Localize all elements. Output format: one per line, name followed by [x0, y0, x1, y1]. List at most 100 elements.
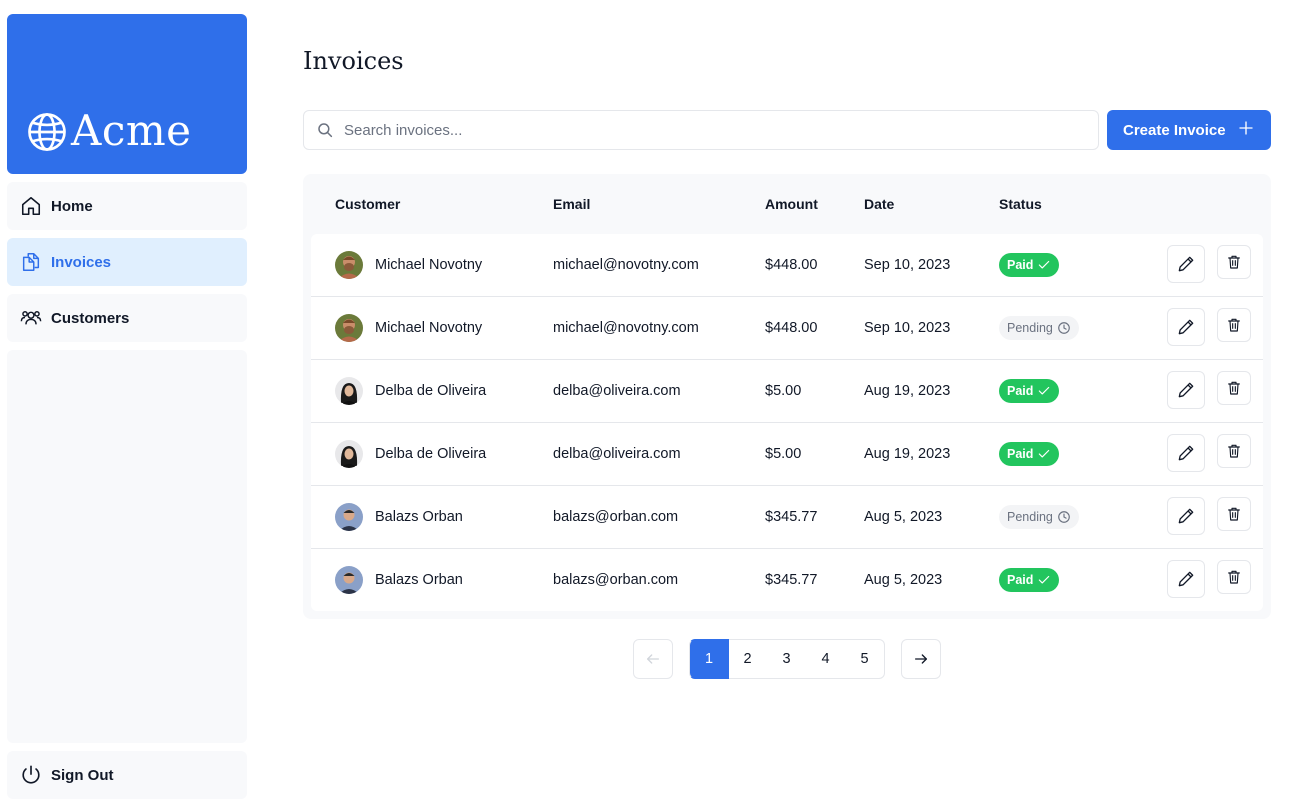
customer-cell: Delba de Oliveira — [335, 423, 486, 485]
home-icon — [19, 194, 43, 218]
clock-icon — [1058, 322, 1070, 334]
header-date: Date — [864, 196, 895, 212]
avatar — [335, 440, 363, 468]
next-page-button[interactable] — [901, 639, 941, 679]
sign-out-button[interactable]: Sign Out — [7, 751, 247, 799]
trash-icon — [1228, 255, 1240, 269]
users-icon — [19, 306, 43, 330]
date-cell: Sep 10, 2023 — [864, 257, 951, 273]
page-1-button[interactable]: 1 — [689, 639, 729, 679]
date-cell: Aug 5, 2023 — [864, 509, 943, 525]
logo-banner[interactable]: Acme — [7, 14, 247, 174]
avatar — [335, 503, 363, 531]
delete-invoice-button[interactable] — [1217, 371, 1251, 405]
amount-cell: $345.77 — [765, 572, 818, 588]
edit-invoice-button[interactable] — [1167, 245, 1205, 283]
amount-cell: $448.00 — [765, 257, 818, 273]
status-badge: Paid — [999, 442, 1060, 466]
table-row: Balazs Orban balazs@orban.com $345.77 Aug 5… — [311, 486, 1263, 549]
nav-item-invoices[interactable]: Invoices — [7, 238, 247, 286]
header-status: Status — [999, 196, 1042, 212]
nav-label: Customers — [51, 309, 130, 327]
status-cell: Paid — [999, 549, 1060, 611]
status-label: Paid — [1007, 258, 1034, 272]
page-2-button[interactable]: 2 — [728, 639, 768, 679]
nav-item-customers[interactable]: Customers — [7, 294, 247, 342]
table-header: Customer Email Amount Date Status — [303, 174, 1271, 234]
delete-invoice-button[interactable] — [1217, 245, 1251, 279]
delete-invoice-button[interactable] — [1217, 497, 1251, 531]
page-4-button[interactable]: 4 — [806, 639, 846, 679]
clock-icon — [1058, 511, 1070, 523]
nav-item-home[interactable]: Home — [7, 182, 247, 230]
customer-name: Delba de Oliveira — [375, 446, 487, 462]
customer-cell: Delba de Oliveira — [335, 360, 486, 422]
edit-invoice-button[interactable] — [1167, 497, 1205, 535]
customer-name: Balazs Orban — [375, 509, 463, 525]
delete-invoice-button[interactable] — [1217, 308, 1251, 342]
nav-label: Invoices — [51, 253, 112, 271]
status-label: Paid — [1007, 573, 1034, 587]
date-cell: Aug 19, 2023 — [864, 383, 951, 399]
customer-name: Michael Novotny — [375, 257, 483, 273]
status-cell: Paid — [999, 423, 1060, 485]
invoices-table: Customer Email Amount Date Status Michae… — [303, 174, 1271, 619]
amount-cell: $448.00 — [765, 320, 818, 336]
date-cell: Aug 19, 2023 — [864, 446, 951, 462]
delete-invoice-button[interactable] — [1217, 560, 1251, 594]
delete-invoice-button[interactable] — [1217, 434, 1251, 468]
email-cell: delba@oliveira.com — [553, 446, 681, 462]
status-label: Pending — [1007, 321, 1053, 335]
page-5-button[interactable]: 5 — [845, 639, 885, 679]
status-badge: Pending — [999, 505, 1079, 529]
edit-invoice-button[interactable] — [1167, 434, 1205, 472]
edit-invoice-button[interactable] — [1167, 308, 1205, 346]
header-email: Email — [553, 196, 591, 212]
customer-name: Balazs Orban — [375, 572, 463, 588]
nav-label: Home — [51, 197, 93, 215]
avatar — [335, 377, 363, 405]
amount-cell: $5.00 — [765, 446, 802, 462]
avatar — [335, 566, 363, 594]
pencil-icon — [1178, 382, 1194, 398]
sidebar-spacer — [7, 350, 247, 743]
sign-out-label: Sign Out — [51, 766, 114, 784]
email-cell: balazs@orban.com — [553, 572, 679, 588]
table-row: Michael Novotny michael@novotny.com $448.0… — [311, 234, 1263, 297]
search-input[interactable] — [344, 121, 1064, 139]
create-invoice-button[interactable]: Create Invoice — [1107, 110, 1271, 150]
sidebar: Acme Home Invoices Customers Sign Out — [7, 14, 247, 799]
avatar — [335, 314, 363, 342]
header-customer: Customer — [335, 196, 401, 212]
power-icon — [19, 763, 43, 787]
pencil-icon — [1178, 508, 1194, 524]
email-cell: michael@novotny.com — [553, 257, 699, 273]
edit-invoice-button[interactable] — [1167, 560, 1205, 598]
search-icon — [316, 121, 334, 139]
check-icon — [1039, 575, 1050, 584]
pencil-icon — [1178, 571, 1194, 587]
arrow-right-icon — [915, 654, 927, 664]
search-box[interactable] — [303, 110, 1099, 150]
customer-cell: Michael Novotny — [335, 297, 482, 359]
brand-name: Acme — [71, 106, 192, 155]
customer-cell: Balazs Orban — [335, 486, 463, 548]
prev-page-button[interactable] — [633, 639, 673, 679]
globe-icon — [28, 113, 66, 151]
page-title: Invoices — [303, 47, 404, 75]
edit-invoice-button[interactable] — [1167, 371, 1205, 409]
page-3-button[interactable]: 3 — [767, 639, 807, 679]
header-amount: Amount — [765, 196, 818, 212]
status-label: Paid — [1007, 447, 1034, 461]
pencil-icon — [1178, 445, 1194, 461]
amount-cell: $5.00 — [765, 383, 802, 399]
check-icon — [1039, 449, 1050, 458]
date-cell: Aug 5, 2023 — [864, 572, 943, 588]
customer-cell: Balazs Orban — [335, 549, 463, 611]
table-row: Delba de Oliveira delba@oliveira.com $5.00… — [311, 423, 1263, 486]
pencil-icon — [1178, 256, 1194, 272]
email-cell: michael@novotny.com — [553, 320, 699, 336]
trash-icon — [1228, 444, 1240, 458]
status-label: Paid — [1007, 384, 1034, 398]
plus-icon — [1237, 119, 1255, 141]
